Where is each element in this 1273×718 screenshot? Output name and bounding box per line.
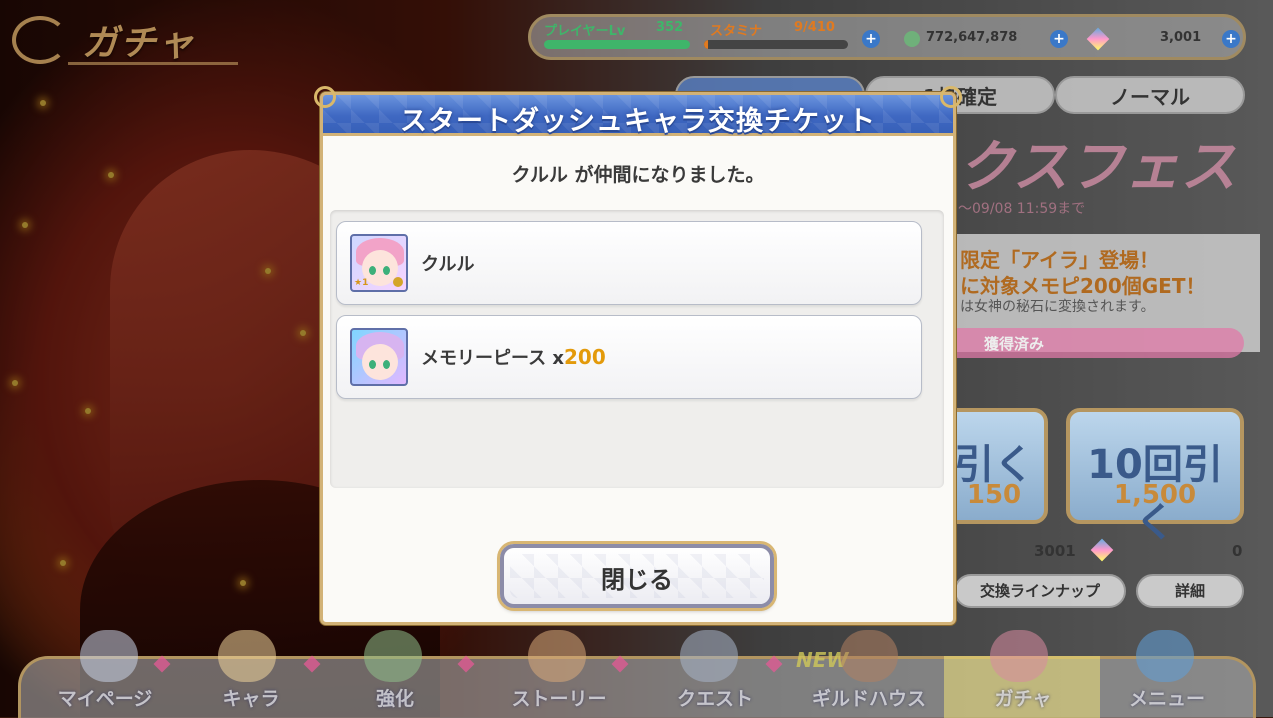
memory-piece-icon bbox=[350, 328, 408, 386]
corner-ornament-icon bbox=[314, 86, 336, 108]
nav-story[interactable]: ストーリー bbox=[494, 684, 624, 711]
dialog-message: クルル が仲間になりました。 bbox=[511, 164, 765, 186]
enhance-icon bbox=[364, 630, 422, 682]
add-jewel-button[interactable]: + bbox=[1222, 30, 1240, 48]
crystal-icon bbox=[1136, 630, 1194, 682]
nav-character[interactable]: キャラ bbox=[186, 684, 316, 711]
rarity-star-icon: ★1 bbox=[354, 278, 369, 288]
ten-pull-button[interactable]: 10回引く 1,500 bbox=[1066, 408, 1244, 546]
nav-gacha[interactable]: ガチャ bbox=[958, 684, 1088, 711]
jewel-value: 3,001 bbox=[1160, 30, 1202, 45]
stamina-bar bbox=[704, 40, 848, 49]
banner-title: クスフェス bbox=[958, 135, 1237, 200]
ornament-icon bbox=[12, 16, 68, 64]
reward-item-quantity: 200 bbox=[563, 345, 606, 369]
kururu-character-icon: ★1 bbox=[350, 234, 408, 292]
scroll-icon bbox=[528, 630, 586, 682]
ten-pull-cost: 1,500 bbox=[1113, 480, 1197, 510]
close-button[interactable]: 閉じる bbox=[500, 544, 774, 608]
nav-menu[interactable]: メニュー bbox=[1102, 684, 1232, 711]
obtained-status-text: 獲得済み bbox=[984, 335, 1045, 353]
obtained-status-bar: 獲得済み bbox=[956, 328, 1244, 358]
player-level-label: プレイヤーLv bbox=[544, 24, 626, 39]
screen-title: ガチャ bbox=[8, 6, 238, 65]
reward-item-name: クルル bbox=[421, 254, 475, 275]
corner-ornament-icon bbox=[940, 86, 962, 108]
nav-quest[interactable]: クエスト bbox=[650, 684, 780, 711]
mana-value: 772,647,878 bbox=[926, 30, 1018, 45]
close-button-label: 閉じる bbox=[601, 566, 673, 594]
single-pull-button[interactable]: 引く 150 bbox=[940, 408, 1048, 524]
banner-info-line2: に対象メモピ200個GET！ bbox=[960, 274, 1206, 298]
reward-item-character: ★1 クルル bbox=[336, 221, 922, 305]
banner-period: 〜09/08 11:59まで bbox=[958, 201, 1086, 217]
banner-info-line1: 限定「アイラ」登場！ bbox=[960, 248, 1159, 272]
reward-list: ★1 クルル メモリーピース x200 bbox=[330, 210, 944, 488]
player-level-value: 352 bbox=[656, 20, 684, 35]
stamina-value: 9/410 bbox=[794, 20, 835, 35]
reward-item-name: メモリーピース x bbox=[421, 348, 564, 369]
exchange-result-dialog: スタートダッシュキャラ交換チケット クルル が仲間になりました。 ★1 クルル bbox=[314, 86, 962, 625]
player-level-bar bbox=[544, 40, 690, 49]
nav-guild-house[interactable]: ギルドハウス bbox=[804, 684, 934, 711]
gem-count: 3001 bbox=[1034, 542, 1076, 560]
guild-house-icon bbox=[840, 630, 898, 682]
stamina-label: スタミナ bbox=[710, 24, 763, 39]
reward-item-label: メモリーピース x200 bbox=[421, 344, 606, 370]
add-stamina-button[interactable]: + bbox=[862, 30, 880, 48]
character-icon bbox=[218, 630, 276, 682]
nav-mypage[interactable]: マイページ bbox=[40, 684, 170, 711]
reward-item-memory-piece: メモリーピース x200 bbox=[336, 315, 922, 399]
castle-icon bbox=[80, 630, 138, 682]
nav-enhance[interactable]: 強化 bbox=[330, 684, 460, 711]
element-badge-icon bbox=[393, 277, 403, 287]
gacha-icon bbox=[990, 630, 1048, 682]
screen-title-text: ガチャ bbox=[82, 23, 196, 64]
dialog-title: スタートダッシュキャラ交換チケット bbox=[400, 106, 876, 137]
detail-button[interactable]: 詳細 bbox=[1136, 574, 1244, 608]
free-count: 0 bbox=[1232, 542, 1243, 560]
title-underline bbox=[68, 62, 238, 65]
mana-coin-icon bbox=[904, 31, 920, 47]
single-pull-cost: 150 bbox=[966, 480, 1022, 510]
dialog-header: スタートダッシュキャラ交換チケット bbox=[320, 92, 956, 137]
status-bar bbox=[528, 14, 1246, 60]
tab-normal[interactable]: ノーマル bbox=[1055, 76, 1245, 114]
lineup-button[interactable]: 交換ラインナップ bbox=[954, 574, 1126, 608]
sword-icon bbox=[680, 630, 738, 682]
add-mana-button[interactable]: + bbox=[1050, 30, 1068, 48]
banner-info-line3: は女神の秘石に変換されます。 bbox=[960, 299, 1155, 315]
